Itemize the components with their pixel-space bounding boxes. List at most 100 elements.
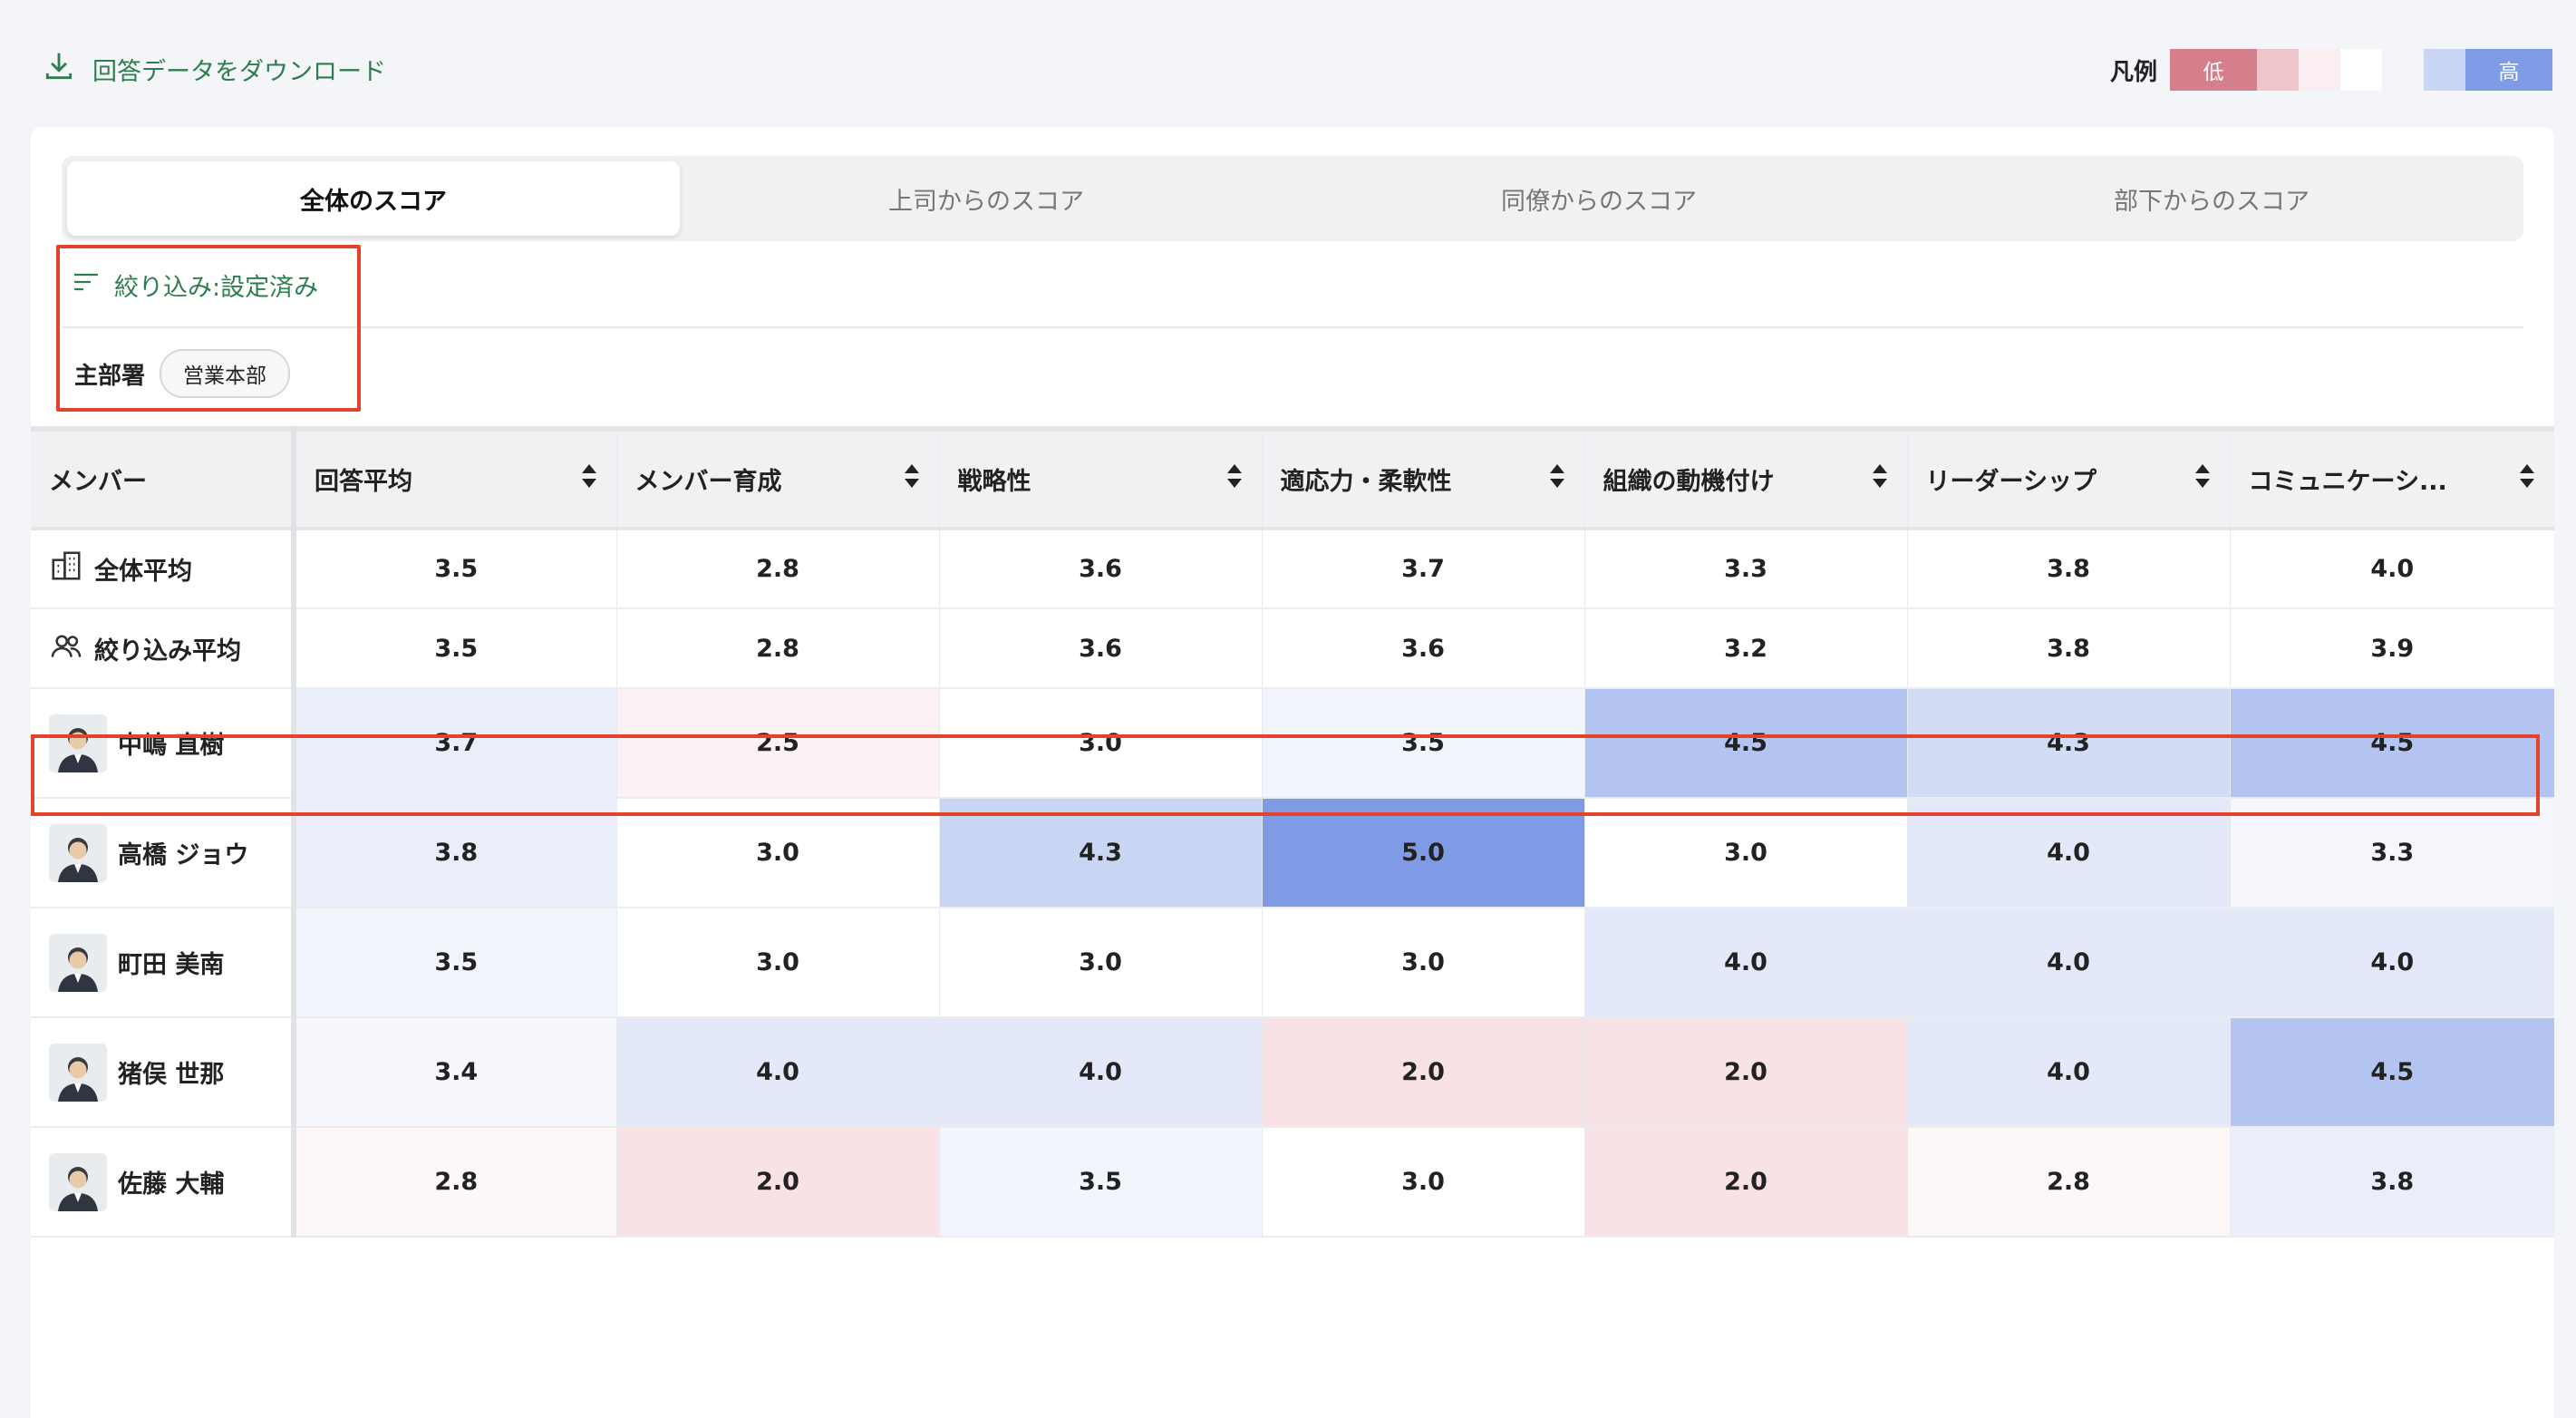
score-cell: 3.5	[293, 608, 616, 689]
member-row[interactable]: 高橋 ジョウ 3.8 3.0 4.3 5.0 3.0 4.0 3.3	[31, 798, 2554, 908]
avatar	[49, 823, 107, 882]
score-cell: 3.0	[615, 798, 939, 908]
sort-icon[interactable]	[2518, 462, 2536, 496]
download-icon	[42, 49, 76, 90]
column-header[interactable]: 戦略性	[938, 426, 1262, 530]
sort-icon[interactable]	[2193, 462, 2212, 496]
score-cell: 3.8	[2229, 1127, 2554, 1238]
group-icon	[49, 628, 83, 669]
tab-manager-score[interactable]: 上司からのスコア	[680, 161, 1293, 236]
score-cell: 3.0	[938, 688, 1262, 799]
score-cell: 2.8	[615, 529, 939, 609]
column-header[interactable]: 適応力・柔軟性	[1261, 426, 1584, 530]
score-cell: 4.3	[938, 798, 1262, 908]
member-name: 佐藤 大輔	[118, 1170, 225, 1199]
score-cell: 2.5	[615, 688, 939, 799]
overall-average-row: 全体平均 3.5 2.8 3.6 3.7 3.3 3.8 4.0	[31, 529, 2554, 609]
score-cell: 3.0	[938, 908, 1262, 1018]
member-cell: 猪俣 世那	[31, 1017, 296, 1128]
score-cell: 4.0	[2229, 908, 2554, 1018]
score-cell: 4.0	[615, 1017, 939, 1128]
score-cell: 4.0	[1906, 1017, 2230, 1128]
member-cell: 町田 美南	[31, 908, 296, 1018]
score-cell: 2.0	[1583, 1127, 1907, 1238]
score-cell: 3.5	[1261, 688, 1584, 799]
filtered-average-row: 絞り込み平均 3.5 2.8 3.6 3.6 3.2 3.8 3.9	[31, 608, 2554, 689]
score-cell: 3.6	[1261, 608, 1584, 689]
score-cell: 4.3	[1906, 688, 2230, 799]
sort-icon[interactable]	[903, 462, 921, 496]
score-cell: 3.7	[293, 688, 616, 799]
tab-subordinate-score[interactable]: 部下からのスコア	[1905, 161, 2518, 236]
legend-high-swatch: 高	[2465, 49, 2552, 91]
sort-icon[interactable]	[1548, 462, 1566, 496]
sort-icon[interactable]	[1871, 462, 1889, 496]
column-header[interactable]: リーダーシップ	[1906, 426, 2230, 530]
member-row[interactable]: 猪俣 世那 3.4 4.0 4.0 2.0 2.0 4.0 4.5	[31, 1017, 2554, 1128]
tab-peer-score[interactable]: 同僚からのスコア	[1293, 161, 1905, 236]
legend-swatch	[2257, 49, 2299, 91]
score-cell: 2.0	[1583, 1017, 1907, 1128]
score-cell: 3.5	[293, 529, 616, 609]
score-cell: 3.0	[1261, 908, 1584, 1018]
score-cell: 3.5	[938, 1127, 1262, 1238]
row-label: 絞り込み平均	[94, 636, 241, 665]
score-cell: 3.0	[1583, 798, 1907, 908]
column-header[interactable]: 組織の動機付け	[1583, 426, 1907, 530]
score-cell: 4.5	[2229, 688, 2554, 799]
member-name: 町田 美南	[118, 951, 225, 979]
column-header[interactable]: メンバー育成	[615, 426, 939, 530]
column-header-label: 適応力・柔軟性	[1280, 468, 1452, 496]
member-row[interactable]: 町田 美南 3.5 3.0 3.0 3.0 4.0 4.0 4.0	[31, 908, 2554, 1018]
download-responses-link[interactable]: 回答データをダウンロード	[42, 49, 386, 90]
member-name: 猪俣 世那	[118, 1061, 225, 1089]
score-cell: 4.5	[2229, 1017, 2554, 1128]
member-row[interactable]: 佐藤 大輔 2.8 2.0 3.5 3.0 2.0 2.8 3.8	[31, 1127, 2554, 1238]
score-cell: 3.4	[293, 1017, 616, 1128]
legend-label: 凡例	[2109, 58, 2157, 86]
avatar	[49, 933, 107, 992]
column-header-label: リーダーシップ	[1925, 468, 2097, 496]
score-cell: 3.9	[2229, 608, 2554, 689]
score-tabs: 全体のスコア 上司からのスコア 同僚からのスコア 部下からのスコア	[62, 156, 2523, 241]
column-header[interactable]: 回答平均	[293, 426, 616, 530]
sort-icon[interactable]	[1225, 462, 1244, 496]
filter-highlight-box	[56, 245, 361, 412]
score-cell: 3.6	[938, 608, 1262, 689]
tab-overall-score[interactable]: 全体のスコア	[67, 161, 680, 236]
legend-low-swatch: 低	[2170, 49, 2257, 91]
score-cell: 2.0	[615, 1127, 939, 1238]
score-cell: 3.8	[1906, 529, 2230, 609]
score-cell: 4.0	[938, 1017, 1262, 1128]
score-cell: 3.8	[293, 798, 616, 908]
column-header-label: コミュニケーシ...	[2248, 468, 2447, 496]
column-header-label: 戦略性	[957, 468, 1031, 496]
legend-swatch	[2424, 49, 2465, 91]
column-header-label: 組織の動機付け	[1603, 468, 1775, 496]
member-cell: 中嶋 直樹	[31, 688, 296, 799]
score-cell: 3.8	[1906, 608, 2230, 689]
sort-icon[interactable]	[580, 462, 598, 496]
score-cell: 3.0	[1261, 1127, 1584, 1238]
member-cell: 高橋 ジョウ	[31, 798, 296, 908]
score-cell: 3.6	[938, 529, 1262, 609]
member-row[interactable]: 中嶋 直樹 3.7 2.5 3.0 3.5 4.5 4.3 4.5	[31, 688, 2554, 799]
legend-swatch	[2299, 49, 2340, 91]
row-label: 全体平均	[94, 558, 192, 586]
score-cell: 3.7	[1261, 529, 1584, 609]
column-header-member: メンバー	[31, 426, 296, 530]
score-cell: 3.3	[2229, 798, 2554, 908]
row-label-cell: 絞り込み平均	[31, 608, 296, 689]
score-table: メンバー 回答平均 メンバー育成 戦略性 適応力・柔軟性 組織の動機付け リーダーシップ コミ…	[31, 426, 2554, 1238]
avatar	[49, 714, 107, 772]
row-label-cell: 全体平均	[31, 529, 296, 609]
score-cell: 4.0	[2229, 529, 2554, 609]
score-cell: 4.0	[1906, 908, 2230, 1018]
score-card: 全体のスコア 上司からのスコア 同僚からのスコア 部下からのスコア 絞り込み:設…	[31, 127, 2554, 1418]
column-header[interactable]: コミュニケーシ...	[2229, 426, 2554, 530]
legend-swatch	[2340, 49, 2382, 91]
score-cell: 3.2	[1583, 608, 1907, 689]
member-name: 中嶋 直樹	[118, 732, 225, 760]
building-icon	[49, 549, 83, 589]
divider	[62, 326, 2523, 328]
